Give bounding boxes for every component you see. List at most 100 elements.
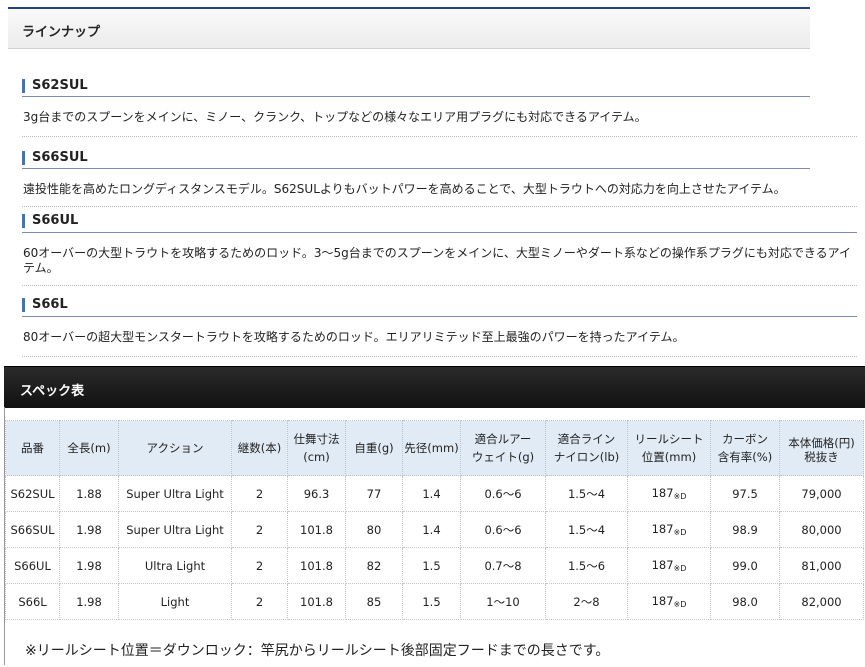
cell-value: 1～10 bbox=[486, 594, 520, 609]
table-cell: Super Ultra Light bbox=[118, 475, 232, 512]
cell-value: 97.5 bbox=[732, 486, 758, 501]
col-header: 自重(g) bbox=[345, 420, 403, 476]
cell-value: 96.3 bbox=[303, 486, 330, 501]
table-row: S66L 1.98 Light 2 101.8 85 1.5 1～10 2～8 187※D 98.0… bbox=[5, 583, 864, 620]
table-cell: 1.5～6 bbox=[545, 547, 628, 584]
cell-value: 101.8 bbox=[300, 594, 333, 609]
table-cell: 82 bbox=[345, 547, 403, 584]
table-cell: 80,000 bbox=[779, 511, 864, 548]
table-cell: 101.8 bbox=[287, 547, 346, 584]
col-header: アクション bbox=[118, 420, 232, 476]
table-cell: 187※D bbox=[627, 475, 711, 512]
table-cell: 1.5～4 bbox=[545, 475, 628, 512]
cell-value: 2 bbox=[255, 594, 264, 609]
col-header: 全長(m) bbox=[59, 420, 119, 476]
table-cell: 1.98 bbox=[59, 511, 119, 548]
cell-value: 1.88 bbox=[76, 486, 102, 501]
table-cell: 1.4 bbox=[402, 475, 461, 512]
col-header-label: 先径(mm) bbox=[404, 441, 459, 455]
table-cell: 0.6～6 bbox=[460, 511, 546, 548]
item-rule bbox=[22, 96, 810, 97]
col-header: カーボン 含有率(%) bbox=[710, 420, 780, 476]
spec-table: 品番 全長(m) アクション 継数(本) 仕舞寸法 (cm) 自重(g) 先径(m… bbox=[5, 420, 864, 620]
divider bbox=[22, 136, 857, 137]
table-cell: S66SUL bbox=[5, 511, 60, 548]
table-cell: 99.0 bbox=[710, 547, 780, 584]
table-cell: S66L bbox=[5, 583, 60, 620]
divider bbox=[22, 285, 857, 286]
table-cell: Super Ultra Light bbox=[118, 511, 232, 548]
spec-title: スペック表 bbox=[20, 384, 85, 399]
table-cell: Light bbox=[118, 583, 232, 620]
cell-value: Super Ultra Light bbox=[126, 486, 224, 501]
cell-value: 82 bbox=[366, 558, 382, 573]
cell-value: 81,000 bbox=[801, 558, 842, 573]
col-header-label: ウェイト(g) bbox=[471, 450, 535, 464]
table-cell: 1.4 bbox=[402, 511, 461, 548]
downlock-mark: ※D bbox=[673, 528, 687, 537]
table-cell: S66UL bbox=[5, 547, 60, 584]
item-title-s66sul: S66SUL bbox=[22, 151, 88, 165]
cell-value: 1.5～6 bbox=[567, 558, 606, 573]
table-row: S66UL 1.98 Ultra Light 2 101.8 82 1.5 0.7～8 1.5～… bbox=[5, 547, 864, 584]
col-header: 適合ルアーウェイト(g) bbox=[460, 420, 546, 476]
table-cell: 187※D bbox=[627, 583, 711, 620]
table-cell: 1～10 bbox=[460, 583, 546, 620]
cell-value: 1.98 bbox=[76, 522, 102, 537]
col-header-label: アクション bbox=[146, 441, 204, 455]
cell-value: S66L bbox=[18, 594, 47, 609]
lineup-header: ラインナップ bbox=[8, 7, 810, 49]
table-cell: 1.5 bbox=[402, 583, 461, 620]
cell-value: 2～8 bbox=[573, 594, 600, 609]
spec-header: スペック表 bbox=[4, 366, 865, 408]
col-header-label: 全長(m) bbox=[67, 441, 111, 455]
cell-value: 1.98 bbox=[76, 558, 102, 573]
cell-value: S66SUL bbox=[10, 522, 55, 537]
cell-value: 1.5～4 bbox=[567, 522, 606, 537]
cell-value: 98.0 bbox=[732, 594, 758, 609]
table-cell: S62SUL bbox=[5, 475, 60, 512]
table-cell: 2 bbox=[231, 475, 288, 512]
item-desc-s66sul: 遠投性能を高めたロングディスタンスモデル。S62SULよりもバットパワーを高める… bbox=[23, 182, 786, 196]
cell-value: 187 bbox=[651, 522, 674, 536]
downlock-mark: ※D bbox=[673, 600, 687, 609]
cell-value: 187 bbox=[651, 594, 674, 608]
spec-header-row: 品番 全長(m) アクション 継数(本) 仕舞寸法 (cm) 自重(g) 先径(m… bbox=[5, 420, 864, 476]
table-cell: 2 bbox=[231, 583, 288, 620]
col-header: 先径(mm) bbox=[402, 420, 461, 476]
col-header-label: 品番 bbox=[21, 441, 44, 455]
cell-value: Light bbox=[160, 594, 190, 609]
table-cell: 187※D bbox=[627, 547, 711, 584]
col-header: 品番 bbox=[5, 420, 60, 476]
col-header: 本体価格(円) 税抜き bbox=[779, 420, 864, 476]
cell-value: 1.5～4 bbox=[567, 486, 606, 501]
table-cell: 1.98 bbox=[59, 547, 119, 584]
col-header-label: 仕舞寸法 bbox=[293, 432, 340, 446]
item-title-s66ul: S66UL bbox=[22, 214, 78, 228]
table-cell: 98.0 bbox=[710, 583, 780, 620]
cell-value: 1.5 bbox=[422, 594, 441, 609]
table-row: S62SUL 1.88 Super Ultra Light 2 96.3 77 1.4 0.6… bbox=[5, 475, 864, 512]
cell-value: Super Ultra Light bbox=[126, 522, 224, 537]
table-cell: 1.98 bbox=[59, 583, 119, 620]
table-cell: 77 bbox=[345, 475, 403, 512]
cell-value: 0.7～8 bbox=[484, 558, 522, 573]
cell-value: S62SUL bbox=[10, 486, 55, 501]
table-cell: 82,000 bbox=[779, 583, 864, 620]
col-header-label: 継数(本) bbox=[237, 441, 282, 455]
col-header-label: 適合ルアー bbox=[474, 432, 532, 446]
col-header-label: 位置(mm) bbox=[641, 450, 697, 464]
cell-value: 2 bbox=[255, 522, 264, 537]
cell-value: 98.9 bbox=[732, 522, 758, 537]
cell-value: 187 bbox=[651, 486, 674, 500]
cell-value: 82,000 bbox=[801, 594, 842, 609]
cell-value: Ultra Light bbox=[144, 558, 206, 573]
col-header: 仕舞寸法 (cm) bbox=[287, 420, 346, 476]
cell-value: 79,000 bbox=[801, 486, 842, 501]
cell-value: 101.8 bbox=[300, 522, 333, 537]
table-cell: 2 bbox=[231, 511, 288, 548]
table-cell: 0.7～8 bbox=[460, 547, 546, 584]
cell-value: 1.4 bbox=[422, 486, 441, 501]
cell-value: 80 bbox=[366, 522, 382, 537]
item-desc-s66l: 80オーバーの超大型モンスタートラウトを攻略するためのロッド。エリアリミテッド至… bbox=[23, 330, 685, 344]
